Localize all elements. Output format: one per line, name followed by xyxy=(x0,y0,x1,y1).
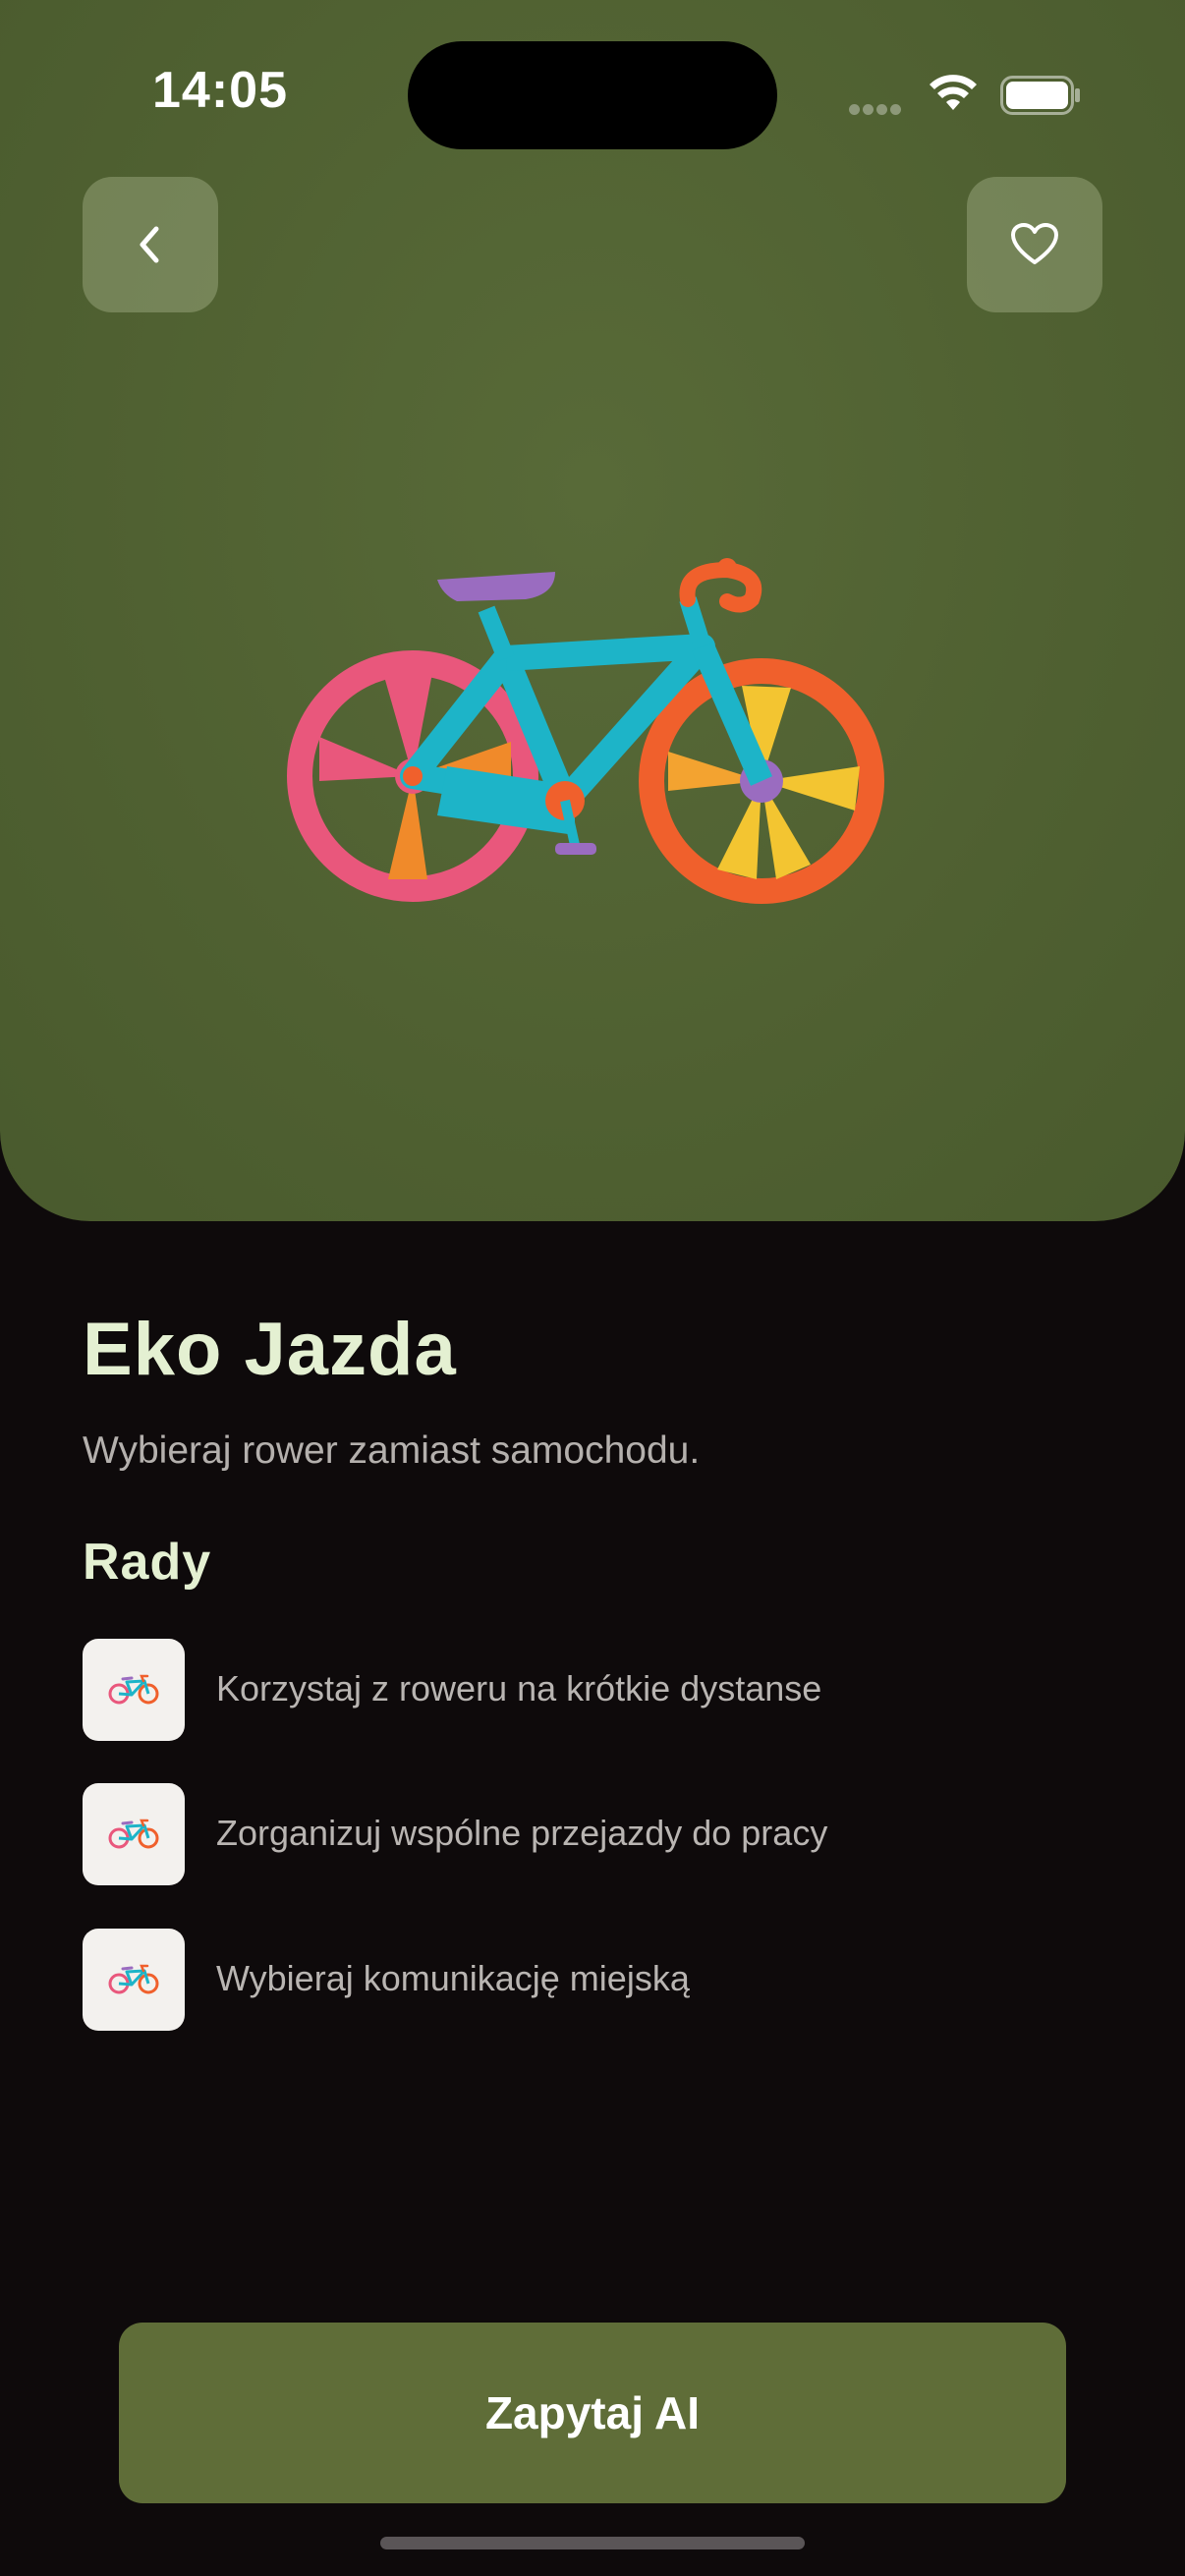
page-subtitle: Wybieraj rower zamiast samochodu. xyxy=(83,1429,701,1472)
tips-heading: Rady xyxy=(83,1534,212,1591)
page-title: Eko Jazda xyxy=(83,1308,457,1391)
tip-text: Wybieraj komunikację miejską xyxy=(216,1958,690,1998)
status-time: 14:05 xyxy=(152,62,288,119)
tip-text: Zorganizuj wspólne przejazdy do pracy xyxy=(216,1813,828,1853)
bicycle-illustration xyxy=(287,558,884,904)
tip-item: Zorganizuj wspólne przejazdy do pracy xyxy=(83,1783,1104,1887)
bicycle-icon xyxy=(83,1929,185,2031)
cellular-signal-icon xyxy=(849,102,904,120)
tip-text: Korzystaj z roweru na krótkie dystanse xyxy=(216,1668,822,1708)
battery-icon xyxy=(1000,76,1080,115)
bicycle-icon xyxy=(83,1639,185,1741)
home-indicator[interactable] xyxy=(380,2537,805,2549)
dynamic-island xyxy=(408,41,777,149)
bicycle-icon xyxy=(83,1783,185,1885)
back-button[interactable] xyxy=(83,177,218,312)
tip-item: Wybieraj komunikację miejską xyxy=(83,1929,1104,2033)
status-bar: 14:05 xyxy=(0,0,1185,187)
heart-icon xyxy=(1011,223,1058,264)
favorite-button[interactable] xyxy=(967,177,1102,312)
hero-image: 14:05 xyxy=(0,0,1185,1221)
wifi-icon xyxy=(930,75,977,110)
chevron-left-icon xyxy=(140,226,159,263)
ask-ai-button[interactable]: Zapytaj AI xyxy=(119,2323,1066,2503)
tip-item: Korzystaj z roweru na krótkie dystanse xyxy=(83,1639,1104,1743)
